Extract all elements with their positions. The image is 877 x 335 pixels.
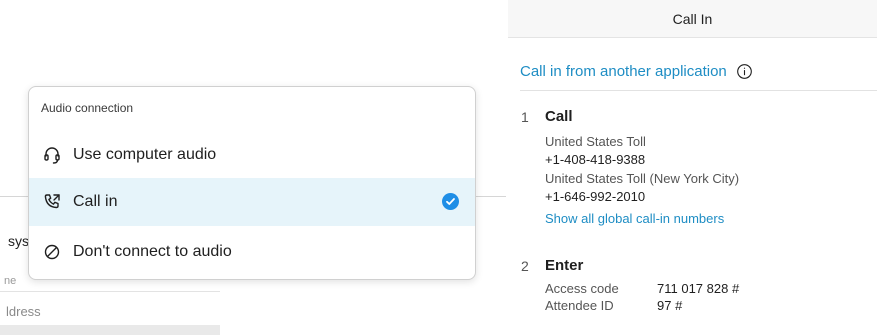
menu-item-label: Use computer audio xyxy=(73,146,217,163)
panel-header: Call In xyxy=(508,0,877,38)
background-address-label: ldress xyxy=(6,304,41,319)
step-title-call: Call xyxy=(545,108,573,125)
background-divider xyxy=(0,196,28,197)
background-partial-field-label: ne xyxy=(4,275,17,287)
phone-call-icon xyxy=(42,192,62,212)
other-app-link-label: Call in from another application xyxy=(520,63,727,80)
background-partial-label: sys xyxy=(8,233,29,249)
audio-connection-menu: Audio connection Use computer audio Call… xyxy=(28,86,476,280)
attendee-id-value: 97 # xyxy=(657,298,683,313)
call-in-phone-number[interactable]: +1-408-418-9388 xyxy=(545,152,645,167)
attendee-id-label: Attendee ID xyxy=(545,298,614,313)
step-title-enter: Enter xyxy=(545,257,584,274)
audio-menu-title: Audio connection xyxy=(41,101,134,115)
step-number: 2 xyxy=(521,258,529,274)
menu-item-dont-connect[interactable]: Don't connect to audio xyxy=(29,228,475,276)
call-in-number-label: United States Toll (New York City) xyxy=(545,171,740,186)
call-in-panel: Call In Call in from another application… xyxy=(508,0,877,335)
access-code-label: Access code xyxy=(545,281,619,296)
access-code-value: 711 017 828 # xyxy=(657,281,740,296)
call-in-number-label: United States Toll xyxy=(545,134,646,149)
info-icon[interactable] xyxy=(736,63,753,80)
call-in-from-another-application-link[interactable]: Call in from another application xyxy=(520,63,753,80)
menu-item-label: Call in xyxy=(73,193,118,210)
call-in-phone-number[interactable]: +1-646-992-2010 xyxy=(545,189,645,204)
menu-item-label: Don't connect to audio xyxy=(73,243,232,260)
panel-title: Call In xyxy=(672,10,713,27)
step-number: 1 xyxy=(521,109,529,125)
menu-item-use-computer-audio[interactable]: Use computer audio xyxy=(29,131,475,179)
menu-item-call-in[interactable]: Call in xyxy=(29,178,475,226)
background-input-strip xyxy=(0,325,220,335)
panel-divider xyxy=(520,90,877,91)
checkmark-icon xyxy=(442,193,459,210)
show-all-global-numbers-link[interactable]: Show all global call-in numbers xyxy=(545,211,724,226)
no-audio-icon xyxy=(42,242,62,262)
headset-icon xyxy=(42,145,62,165)
background-row-divider xyxy=(0,291,220,292)
background-divider-right xyxy=(474,196,506,197)
